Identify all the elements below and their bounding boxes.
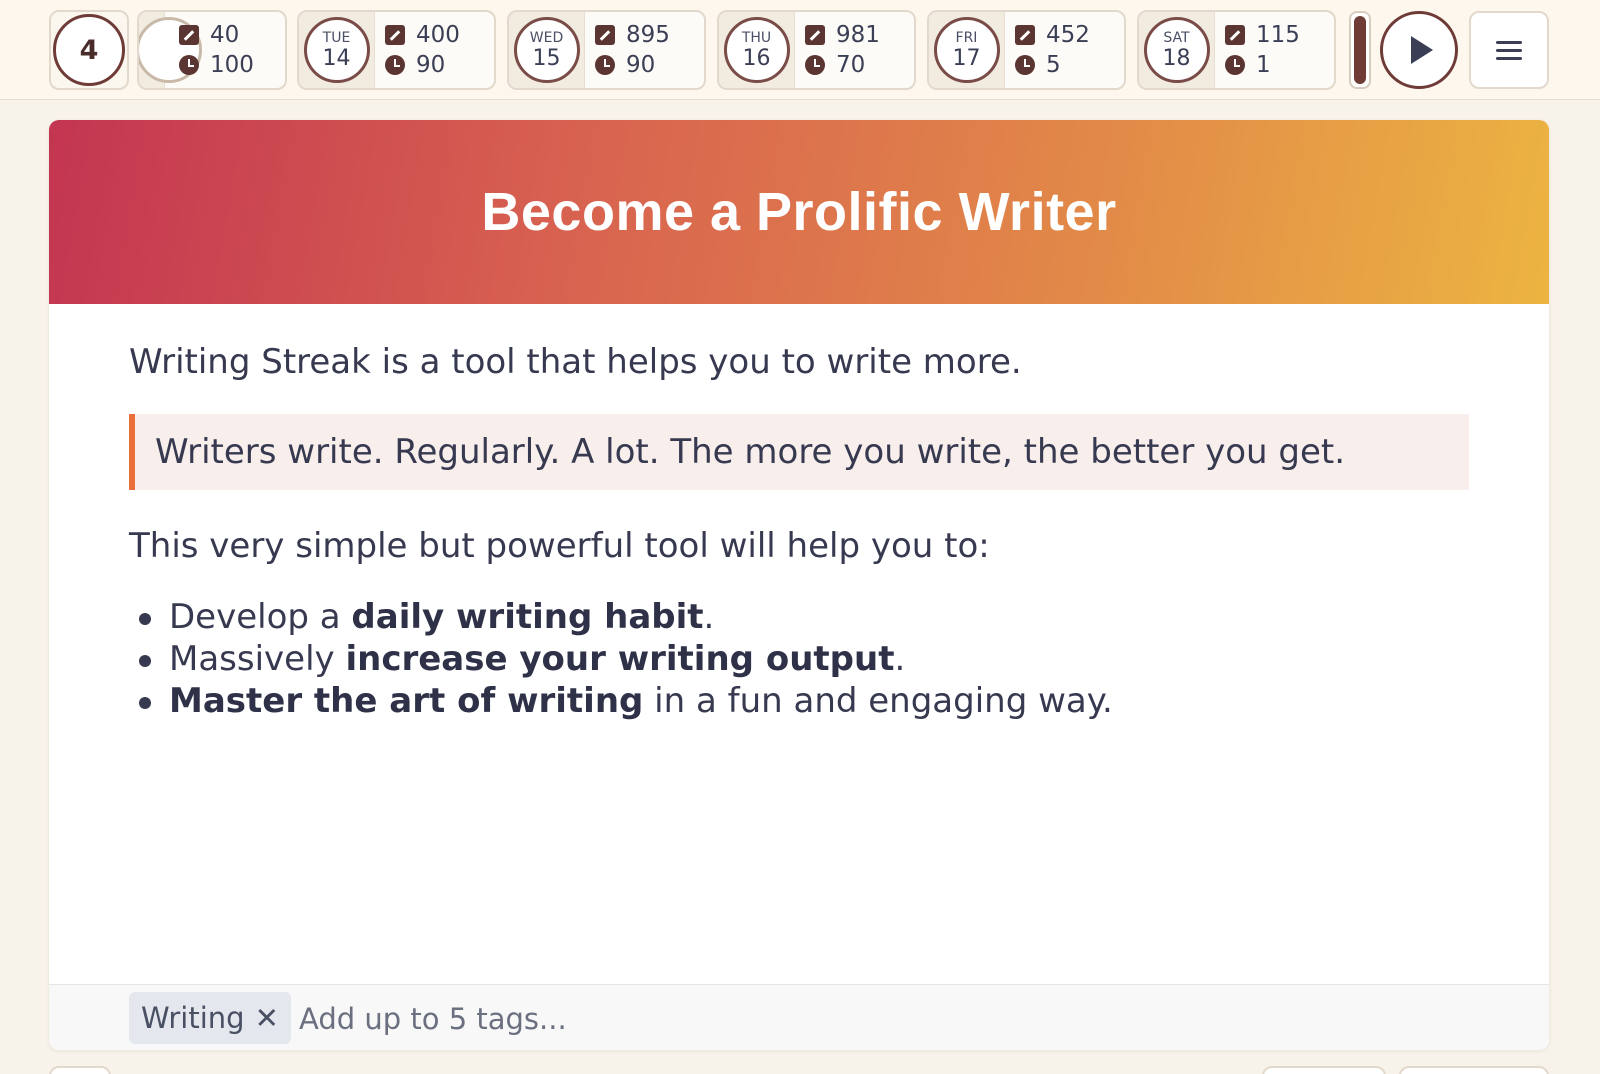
pencil-icon bbox=[1225, 25, 1245, 45]
list-item: Master the art of writing in a fun and e… bbox=[129, 680, 1469, 722]
day-words: 981 bbox=[836, 22, 880, 48]
day-card-partial[interactable]: 40 100 bbox=[137, 10, 287, 90]
day-name: FRI bbox=[955, 29, 978, 46]
day-words: 400 bbox=[416, 22, 460, 48]
day-date: 14 bbox=[322, 45, 351, 71]
day-minutes: 90 bbox=[626, 52, 656, 78]
day-card-sat[interactable]: SAT 18 115 1 bbox=[1137, 10, 1336, 90]
list-item: Massively increase your writing output. bbox=[129, 638, 1469, 680]
day-date: 16 bbox=[742, 45, 771, 71]
day-card-wed[interactable]: WED 15 895 90 bbox=[507, 10, 706, 90]
clock-icon bbox=[385, 55, 405, 75]
day-progress-ring: TUE 14 bbox=[303, 17, 370, 83]
day-minutes: 1 bbox=[1256, 52, 1271, 78]
document-card: Become a Prolific Writer Writing Streak … bbox=[49, 120, 1549, 1050]
list-item: Develop a daily writing habit. bbox=[129, 596, 1469, 638]
benefits-list: Develop a daily writing habit. Massively… bbox=[129, 596, 1469, 722]
start-session-button[interactable] bbox=[1380, 11, 1458, 89]
day-name: WED bbox=[529, 29, 564, 46]
day-name: TUE bbox=[322, 29, 351, 46]
tag-bar: Writing ✕ bbox=[49, 984, 1549, 1050]
clock-icon bbox=[805, 55, 825, 75]
day-minutes: 90 bbox=[416, 52, 446, 78]
day-date: 15 bbox=[532, 45, 561, 71]
pencil-icon bbox=[1015, 25, 1035, 45]
lead-paragraph: This very simple but powerful tool will … bbox=[129, 526, 990, 566]
day-words: 452 bbox=[1046, 22, 1090, 48]
tag-input[interactable] bbox=[299, 999, 899, 1039]
day-name: THU bbox=[741, 29, 772, 46]
pencil-icon bbox=[385, 25, 405, 45]
day-minutes: 100 bbox=[210, 52, 254, 78]
remove-tag-icon[interactable]: ✕ bbox=[255, 1001, 279, 1035]
document-title[interactable]: Become a Prolific Writer bbox=[481, 181, 1116, 243]
clock-icon bbox=[595, 55, 615, 75]
footer-button-left[interactable] bbox=[49, 1066, 111, 1074]
day-progress-ring: SAT 18 bbox=[1143, 17, 1210, 83]
play-icon bbox=[1411, 36, 1433, 64]
day-card-tue[interactable]: TUE 14 400 90 bbox=[297, 10, 496, 90]
day-name: SAT bbox=[1163, 29, 1190, 46]
blockquote: Writers write. Regularly. A lot. The mor… bbox=[129, 414, 1469, 490]
day-words: 895 bbox=[626, 22, 670, 48]
clock-icon bbox=[1015, 55, 1035, 75]
day-minutes: 70 bbox=[836, 52, 866, 78]
document-banner: Become a Prolific Writer bbox=[49, 120, 1549, 304]
day-date: 17 bbox=[952, 45, 981, 71]
pencil-icon bbox=[179, 25, 199, 45]
pencil-icon bbox=[595, 25, 615, 45]
intro-paragraph: Writing Streak is a tool that helps you … bbox=[129, 342, 1022, 382]
document-body[interactable]: Writing Streak is a tool that helps you … bbox=[129, 304, 1469, 722]
streak-counter[interactable]: 4 bbox=[49, 10, 129, 90]
day-words: 115 bbox=[1256, 22, 1300, 48]
hamburger-menu-icon bbox=[1496, 40, 1522, 44]
day-progress-ring: THU 16 bbox=[723, 17, 790, 83]
day-card-fri[interactable]: FRI 17 452 5 bbox=[927, 10, 1126, 90]
top-bar: 4 40 100 TUE 14 400 90 WED 15 895 90 THU 16… bbox=[0, 0, 1600, 100]
streak-count: 4 bbox=[53, 14, 125, 86]
day-progress-ring: WED 15 bbox=[513, 17, 580, 83]
today-progress-handle[interactable] bbox=[1349, 11, 1371, 89]
day-words: 40 bbox=[210, 22, 240, 48]
footer-button[interactable] bbox=[1262, 1066, 1386, 1074]
day-progress-ring: FRI 17 bbox=[933, 17, 1000, 83]
tag-chip[interactable]: Writing ✕ bbox=[129, 992, 291, 1044]
main-menu-button[interactable] bbox=[1469, 11, 1549, 89]
clock-icon bbox=[1225, 55, 1245, 75]
day-minutes: 5 bbox=[1046, 52, 1061, 78]
footer-button[interactable] bbox=[1399, 1066, 1549, 1074]
clock-icon bbox=[179, 55, 199, 75]
day-date: 18 bbox=[1162, 45, 1191, 71]
day-card-thu[interactable]: THU 16 981 70 bbox=[717, 10, 916, 90]
pencil-icon bbox=[805, 25, 825, 45]
tag-label: Writing bbox=[141, 1001, 245, 1035]
